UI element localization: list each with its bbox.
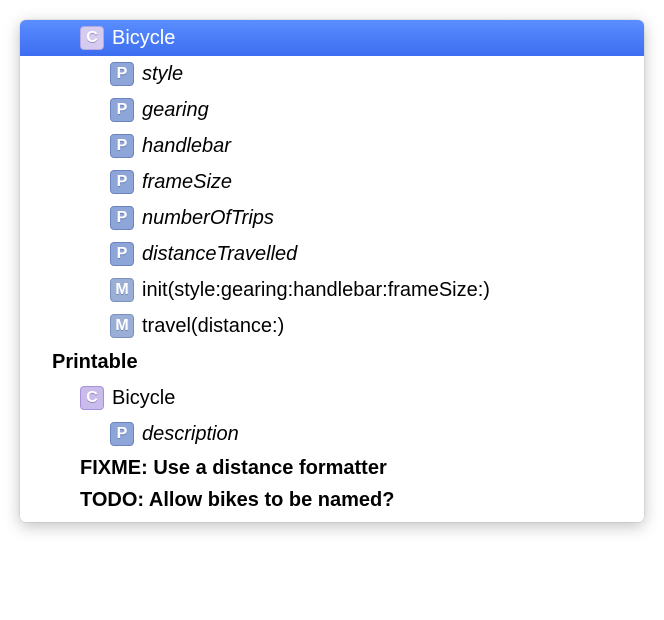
property-row-handlebar[interactable]: P handlebar [20, 128, 644, 164]
symbol-navigator-panel: C Bicycle P style P gearing P handlebar … [20, 20, 644, 522]
property-name: distanceTravelled [142, 243, 297, 266]
method-icon: M [110, 314, 134, 338]
property-name: description [142, 423, 239, 446]
class-row-bicycle[interactable]: C Bicycle [20, 20, 644, 56]
property-icon: P [110, 62, 134, 86]
class-icon: C [80, 386, 104, 410]
protocol-heading-printable[interactable]: Printable [20, 344, 644, 380]
property-row-gearing[interactable]: P gearing [20, 92, 644, 128]
property-name: handlebar [142, 135, 231, 158]
protocol-heading-label: Printable [52, 351, 138, 374]
method-row-init[interactable]: M init(style:gearing:handlebar:frameSize… [20, 272, 644, 308]
property-name: numberOfTrips [142, 207, 274, 230]
class-name: Bicycle [112, 27, 175, 50]
method-name: init(style:gearing:handlebar:frameSize:) [142, 279, 490, 302]
property-icon: P [110, 134, 134, 158]
class-icon: C [80, 26, 104, 50]
class-name: Bicycle [112, 387, 175, 410]
note-text: TODO: Allow bikes to be named? [80, 489, 394, 512]
property-row-framesize[interactable]: P frameSize [20, 164, 644, 200]
property-name: gearing [142, 99, 209, 122]
property-row-distancetravelled[interactable]: P distanceTravelled [20, 236, 644, 272]
property-row-numberoftrips[interactable]: P numberOfTrips [20, 200, 644, 236]
class-row-bicycle-printable[interactable]: C Bicycle [20, 380, 644, 416]
method-name: travel(distance:) [142, 315, 284, 338]
note-text: FIXME: Use a distance formatter [80, 457, 387, 480]
todo-note[interactable]: TODO: Allow bikes to be named? [20, 484, 644, 516]
method-icon: M [110, 278, 134, 302]
property-row-style[interactable]: P style [20, 56, 644, 92]
property-icon: P [110, 422, 134, 446]
property-icon: P [110, 242, 134, 266]
method-row-travel[interactable]: M travel(distance:) [20, 308, 644, 344]
property-icon: P [110, 206, 134, 230]
property-name: frameSize [142, 171, 232, 194]
property-row-description[interactable]: P description [20, 416, 644, 452]
property-icon: P [110, 98, 134, 122]
property-name: style [142, 63, 183, 86]
fixme-note[interactable]: FIXME: Use a distance formatter [20, 452, 644, 484]
property-icon: P [110, 170, 134, 194]
